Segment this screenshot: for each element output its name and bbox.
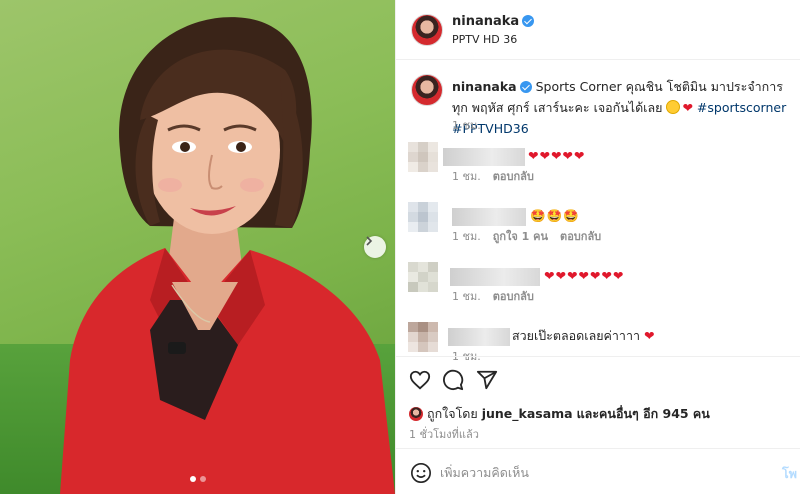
carousel-indicator [0, 476, 395, 482]
heart-emoji: ❤ [643, 328, 655, 343]
comment-likes[interactable]: ถูกใจ 1 คน [493, 230, 548, 243]
next-photo-button[interactable] [364, 236, 386, 258]
post-location[interactable]: PPTV HD 36 [452, 33, 517, 46]
liker-username[interactable]: june_kasama [482, 406, 573, 421]
comment-meta: 1 ชม. ถูกใจ 1 คน ตอบกลับ [452, 227, 613, 245]
caption-time: 1 ชม. [452, 119, 481, 132]
comment-meta: 1 ชม. ตอบกลับ [452, 287, 546, 305]
likes-summary[interactable]: ถูกใจโดย june_kasama และคนอื่นๆ อีก 945 … [409, 404, 710, 424]
blurred-username[interactable] [443, 148, 525, 166]
commenter-avatar[interactable] [408, 262, 438, 292]
comment-text: สวยเป๊ะตลอดเลยค่าาาา ❤ [512, 328, 655, 343]
presenter-image [60, 17, 395, 494]
caption-text: ninanaka Sports Corner คุณชิน โชติมิน มา… [452, 76, 792, 139]
blurred-username[interactable] [450, 268, 540, 286]
add-comment-bar: โพ [396, 448, 800, 494]
post-comment-button[interactable]: โพ [782, 464, 797, 484]
comment-time: 1 ชม. [452, 230, 481, 243]
emoji-icon[interactable] [410, 462, 432, 484]
heart-emoji: ❤ [682, 100, 693, 115]
instagram-post: ninanaka PPTV HD 36 ninanaka Sports Corn… [0, 0, 800, 494]
likes-count[interactable]: และคนอื่นๆ อีก 945 คน [577, 406, 710, 421]
verified-badge-icon [522, 15, 535, 27]
comment-time: 1 ชม. [452, 290, 481, 303]
author-avatar[interactable] [411, 14, 443, 46]
post-detail-panel: ninanaka PPTV HD 36 ninanaka Sports Corn… [395, 0, 800, 494]
blurred-username[interactable] [452, 208, 526, 226]
comment-text: ❤❤❤❤❤❤❤ [544, 268, 625, 283]
post-timestamp: 1 ชั่วโมงที่แล้ว [409, 428, 479, 441]
share-icon[interactable] [476, 369, 498, 391]
comment-meta: 1 ชม. ตอบกลับ [452, 167, 546, 185]
commenter-avatar[interactable] [408, 142, 438, 172]
comment-item: 🤩🤩🤩 1 ชม. ถูกใจ 1 คน ตอบกลับ [396, 202, 800, 252]
commenter-avatar[interactable] [408, 322, 438, 352]
smile-emoji-icon [666, 100, 681, 114]
comment-text: 🤩🤩🤩 [530, 208, 580, 223]
comment-item: ❤❤❤❤❤ 1 ชม. ตอบกลับ [396, 142, 800, 192]
reply-button[interactable]: ตอบกลับ [493, 290, 534, 303]
carousel-dot-active [189, 476, 196, 482]
reply-button[interactable]: ตอบกลับ [493, 170, 534, 183]
caption-avatar[interactable] [411, 74, 443, 106]
comment-time: 1 ชม. [452, 170, 481, 183]
post-photo[interactable] [0, 0, 395, 494]
caption-username[interactable]: ninanaka [452, 79, 517, 94]
blurred-username[interactable] [448, 328, 510, 346]
comment-icon[interactable] [442, 369, 464, 391]
author-username[interactable]: ninanaka [452, 14, 535, 29]
action-bar [396, 356, 800, 402]
commenter-avatar[interactable] [408, 202, 438, 232]
verified-badge-icon [519, 81, 532, 93]
carousel-dot [199, 476, 206, 482]
heart-icon[interactable] [409, 369, 431, 391]
liker-avatar [409, 407, 423, 421]
comment-item: ❤❤❤❤❤❤❤ 1 ชม. ตอบกลับ [396, 262, 800, 312]
comment-input[interactable] [440, 460, 760, 484]
comment-text: ❤❤❤❤❤ [528, 148, 586, 163]
post-header: ninanaka PPTV HD 36 [396, 0, 800, 60]
chevron-right-icon [366, 236, 373, 246]
reply-button[interactable]: ตอบกลับ [560, 230, 601, 243]
